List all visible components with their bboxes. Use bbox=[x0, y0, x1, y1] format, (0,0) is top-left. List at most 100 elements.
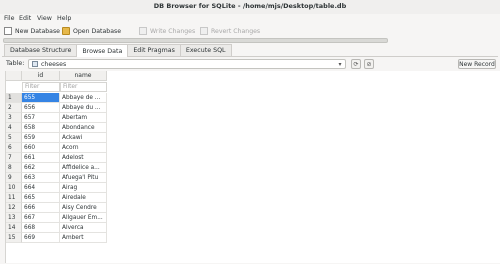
row-number[interactable]: 10 bbox=[6, 183, 22, 193]
table-select[interactable]: cheeses ▾ bbox=[28, 59, 346, 69]
table-icon bbox=[32, 61, 38, 67]
tab-execute-sql[interactable]: Execute SQL bbox=[179, 44, 232, 56]
row-number[interactable]: 5 bbox=[6, 133, 22, 143]
window-title: DB Browser for SQLite - /home/mjs/Deskto… bbox=[153, 2, 347, 10]
column-header-name[interactable]: name bbox=[60, 71, 107, 81]
cell-name[interactable]: Afuega'l Pitu bbox=[60, 173, 107, 183]
clear-filters-button[interactable]: ⊘ bbox=[364, 59, 374, 69]
table-row[interactable]: 14 668 Alverca bbox=[6, 223, 107, 233]
cell-id[interactable]: 658 bbox=[22, 123, 60, 133]
cell-id[interactable]: 668 bbox=[22, 223, 60, 233]
write-changes-icon bbox=[139, 27, 147, 35]
cell-name[interactable]: Abondance bbox=[60, 123, 107, 133]
menu-bar: File Edit View Help bbox=[0, 14, 500, 24]
cell-id[interactable]: 666 bbox=[22, 203, 60, 213]
revert-changes-button[interactable]: Revert Changes bbox=[200, 26, 260, 36]
revert-changes-label: Revert Changes bbox=[211, 27, 261, 35]
table-row[interactable]: 6 660 Acorn bbox=[6, 143, 107, 153]
new-database-icon bbox=[4, 27, 12, 35]
table-row[interactable]: 8 662 Affidelice a... bbox=[6, 163, 107, 173]
cell-name[interactable]: Abertam bbox=[60, 113, 107, 123]
tab-browse-data[interactable]: Browse Data bbox=[76, 44, 129, 57]
table-row[interactable]: 1 655 Abbaye de ... bbox=[6, 93, 107, 103]
table-row[interactable]: 12 666 Aisy Cendre bbox=[6, 203, 107, 213]
revert-changes-icon bbox=[200, 27, 208, 35]
table-row[interactable]: 5 659 Ackawi bbox=[6, 133, 107, 143]
menu-view[interactable]: View bbox=[37, 15, 52, 22]
row-number[interactable]: 3 bbox=[6, 113, 22, 123]
table-label: Table: bbox=[6, 60, 25, 67]
row-number[interactable]: 12 bbox=[6, 203, 22, 213]
table-row[interactable]: 10 664 Airag bbox=[6, 183, 107, 193]
row-number[interactable]: 9 bbox=[6, 173, 22, 183]
tab-database-structure[interactable]: Database Structure bbox=[4, 44, 78, 56]
cell-name[interactable]: Affidelice a... bbox=[60, 163, 107, 173]
cell-id[interactable]: 655 bbox=[22, 93, 60, 103]
row-number[interactable]: 7 bbox=[6, 153, 22, 163]
row-number[interactable]: 6 bbox=[6, 143, 22, 153]
menu-edit[interactable]: Edit bbox=[19, 15, 31, 22]
table-row[interactable]: 4 658 Abondance bbox=[6, 123, 107, 133]
cell-name[interactable]: Airedale bbox=[60, 193, 107, 203]
filter-id-input[interactable]: Filter bbox=[22, 82, 60, 92]
tab-edit-pragmas[interactable]: Edit Pragmas bbox=[127, 44, 181, 56]
cell-id[interactable]: 667 bbox=[22, 213, 60, 223]
cell-name[interactable]: Alverca bbox=[60, 223, 107, 233]
cell-name[interactable]: Aisy Cendre bbox=[60, 203, 107, 213]
cell-name[interactable]: Airag bbox=[60, 183, 107, 193]
table-row[interactable]: 9 663 Afuega'l Pitu bbox=[6, 173, 107, 183]
row-number[interactable]: 1 bbox=[6, 93, 22, 103]
row-number[interactable]: 13 bbox=[6, 213, 22, 223]
clear-filters-icon: ⊘ bbox=[366, 60, 372, 68]
row-number[interactable]: 4 bbox=[6, 123, 22, 133]
title-bar: DB Browser for SQLite - /home/mjs/Deskto… bbox=[0, 0, 500, 14]
table-row[interactable]: 2 656 Abbaye du ... bbox=[6, 103, 107, 113]
cell-id[interactable]: 669 bbox=[22, 233, 60, 243]
cell-id[interactable]: 660 bbox=[22, 143, 60, 153]
toolbar: New Database Open Database Write Changes… bbox=[0, 25, 500, 37]
toolbar-separator-bar bbox=[3, 38, 388, 43]
write-changes-label: Write Changes bbox=[150, 27, 196, 35]
corner-header[interactable] bbox=[6, 71, 22, 81]
new-record-button[interactable]: New Record bbox=[458, 59, 496, 69]
cell-name[interactable]: Abbaye du ... bbox=[60, 103, 107, 113]
menu-help[interactable]: Help bbox=[57, 15, 71, 22]
tab-bar: Database Structure Browse Data Edit Prag… bbox=[4, 44, 232, 57]
cell-id[interactable]: 661 bbox=[22, 153, 60, 163]
cell-id[interactable]: 665 bbox=[22, 193, 60, 203]
cell-id[interactable]: 659 bbox=[22, 133, 60, 143]
filter-name-input[interactable]: Filter bbox=[60, 82, 107, 92]
open-folder-icon bbox=[62, 27, 70, 35]
cell-id[interactable]: 662 bbox=[22, 163, 60, 173]
data-grid: id name Filter Filter 1 655 Abbaye de ... 2… bbox=[5, 71, 500, 263]
table-row[interactable]: 15 669 Ambert bbox=[6, 233, 107, 243]
new-database-button[interactable]: New Database bbox=[4, 26, 60, 36]
row-number[interactable]: 8 bbox=[6, 163, 22, 173]
cell-name[interactable]: Ackawi bbox=[60, 133, 107, 143]
refresh-button[interactable]: ⟳ bbox=[351, 59, 361, 69]
cell-id[interactable]: 657 bbox=[22, 113, 60, 123]
cell-name[interactable]: Ambert bbox=[60, 233, 107, 243]
cell-id[interactable]: 656 bbox=[22, 103, 60, 113]
cell-name[interactable]: Abbaye de ... bbox=[60, 93, 107, 103]
cell-name[interactable]: Adelost bbox=[60, 153, 107, 163]
open-database-button[interactable]: Open Database bbox=[62, 26, 121, 36]
chevron-down-icon: ▾ bbox=[338, 60, 342, 68]
cell-name[interactable]: Acorn bbox=[60, 143, 107, 153]
table-row[interactable]: 3 657 Abertam bbox=[6, 113, 107, 123]
table-row[interactable]: 7 661 Adelost bbox=[6, 153, 107, 163]
write-changes-button[interactable]: Write Changes bbox=[139, 26, 195, 36]
cell-name[interactable]: Allgauer Em... bbox=[60, 213, 107, 223]
row-number[interactable]: 14 bbox=[6, 223, 22, 233]
row-number[interactable]: 11 bbox=[6, 193, 22, 203]
cell-id[interactable]: 663 bbox=[22, 173, 60, 183]
row-number[interactable]: 15 bbox=[6, 233, 22, 243]
table-row[interactable]: 13 667 Allgauer Em... bbox=[6, 213, 107, 223]
column-header-id[interactable]: id bbox=[22, 71, 60, 81]
row-number[interactable]: 2 bbox=[6, 103, 22, 113]
table-select-value: cheeses bbox=[41, 60, 67, 68]
cell-id[interactable]: 664 bbox=[22, 183, 60, 193]
menu-file[interactable]: File bbox=[4, 15, 15, 22]
refresh-icon: ⟳ bbox=[353, 60, 359, 68]
table-row[interactable]: 11 665 Airedale bbox=[6, 193, 107, 203]
